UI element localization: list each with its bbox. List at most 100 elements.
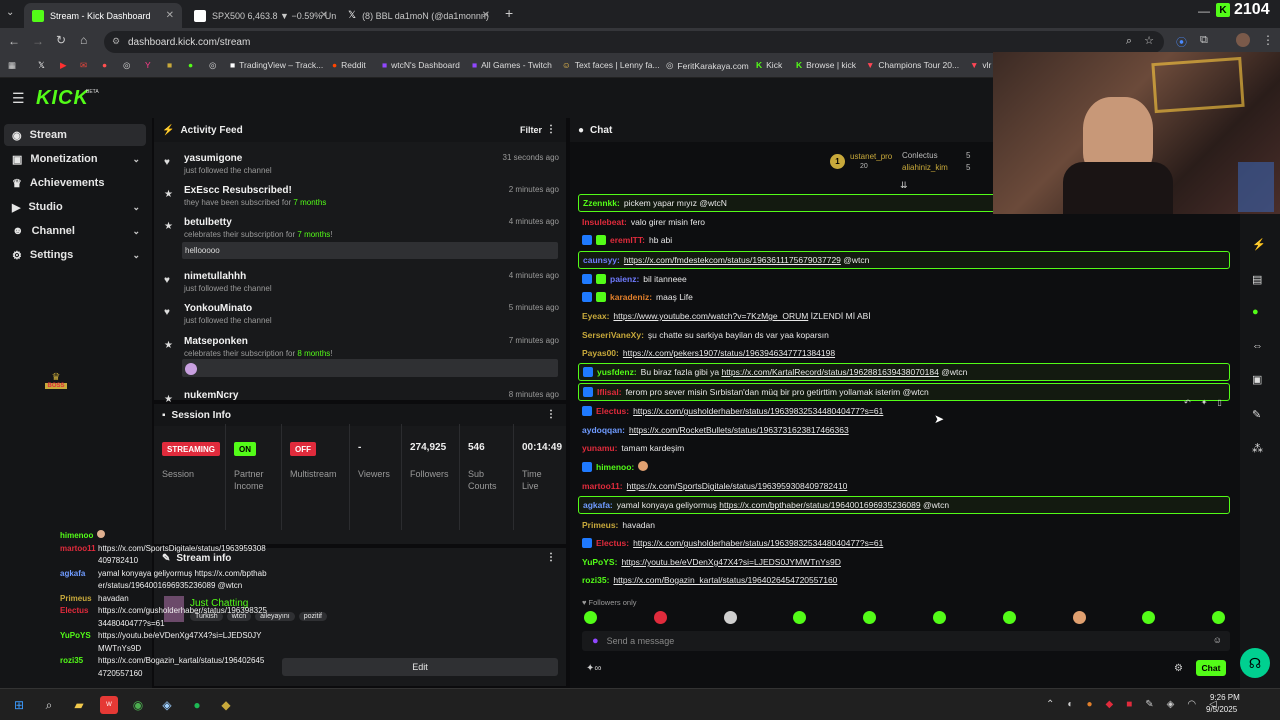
tray-chevron-up-icon[interactable]: ⌃	[1046, 699, 1054, 710]
chat-settings-icon[interactable]: ⚙	[1174, 663, 1183, 674]
chat-message[interactable]: rozi35: https://x.com/Bogazin_kartal/stat…	[578, 571, 1230, 589]
extensions-puzzle-icon[interactable]: ⧉	[1200, 34, 1208, 47]
chat-message[interactable]: aydoqqan: https://x.com/RocketBullets/sta…	[578, 421, 1230, 439]
emoji-icon[interactable]: ☺	[1213, 635, 1222, 645]
kick-logo[interactable]: KICK	[36, 87, 89, 110]
bookmark-app5-icon[interactable]: ◎	[209, 60, 216, 71]
chat-icon[interactable]: ●	[1252, 306, 1259, 318]
chat-input[interactable]: ● Send a message ☺	[582, 631, 1230, 651]
bookmark-app4-icon[interactable]: ●	[188, 60, 193, 70]
chat-username[interactable]: Iflisal:	[597, 387, 622, 397]
tray-steam-icon[interactable]: ◈	[1167, 699, 1175, 710]
bookmark-app-icon[interactable]: ●	[102, 60, 107, 70]
bookmark-app3-icon[interactable]: ■	[167, 60, 172, 70]
forward-icon[interactable]: →	[32, 34, 44, 48]
sidebar-item-settings[interactable]: ⚙ Settings ⌄	[4, 244, 146, 266]
chat-username[interactable]: Electus:	[596, 406, 629, 416]
bookmark-browse-kick[interactable]: K Browse | kick	[796, 60, 856, 70]
bookmark-youtube-icon[interactable]: ▶	[60, 60, 67, 71]
feed-item-name[interactable]: YonkouMinato	[184, 303, 252, 314]
chat-username[interactable]: martoo11:	[582, 481, 623, 491]
chat-username[interactable]: Eyeax:	[582, 311, 609, 321]
leader-name[interactable]: Conlectus	[902, 151, 938, 160]
emote-button[interactable]	[584, 611, 597, 624]
chat-username[interactable]: yunamu:	[582, 443, 617, 453]
feed-item-name[interactable]: nukemNcry	[184, 390, 238, 401]
tag[interactable]: pozitif	[298, 612, 327, 621]
chat-username[interactable]: caunsyy:	[583, 255, 620, 265]
emote-button[interactable]	[723, 611, 737, 624]
emote-button[interactable]	[1212, 611, 1226, 624]
chat-message[interactable]: martoo11: https://x.com/SportsDigitale/st…	[578, 477, 1230, 495]
hamburger-menu-icon[interactable]: ☰	[12, 90, 25, 107]
chat-username[interactable]: Payas00:	[582, 348, 619, 358]
menu-kebab-icon[interactable]: ⋮	[1262, 33, 1274, 47]
chat-username[interactable]: paienz:	[610, 274, 639, 284]
chat-username[interactable]: SerseriVaneXy:	[582, 330, 644, 340]
bookmark-reddit[interactable]: ● Reddit	[332, 60, 366, 70]
chat-username[interactable]: Electus:	[596, 538, 629, 548]
feed-item-name[interactable]: Matseponken	[184, 336, 248, 347]
league-icon[interactable]: ◆	[217, 696, 235, 714]
sidebar-item-monetization[interactable]: ▣ Monetization ⌄	[4, 148, 146, 170]
document-icon[interactable]: ▤	[1252, 273, 1262, 286]
send-chat-button[interactable]: Chat	[1196, 660, 1226, 676]
bookmark-all-games[interactable]: ■ All Games - Twitch	[472, 60, 552, 70]
sidebar-item-achievements[interactable]: ♛ Achievements	[4, 172, 146, 194]
home-icon[interactable]: ⌂	[80, 33, 87, 47]
chat-message[interactable]: paienz: bil itanneee	[578, 270, 1230, 288]
tab-search-icon[interactable]: ⌄	[6, 7, 14, 18]
chat-username[interactable]: eremITT:	[610, 235, 645, 245]
chat-link[interactable]: https://x.com/gusholderhaber/status/1963…	[633, 406, 883, 416]
chat-message[interactable]: Electus: https://x.com/gusholderhaber/sta…	[578, 534, 1230, 552]
steam-icon[interactable]: ◈	[158, 696, 176, 714]
chat-link[interactable]: https://x.com/pekers1907/status/19639463…	[623, 348, 835, 358]
bookmark-star-icon[interactable]: ☆	[1144, 34, 1154, 47]
mic-icon[interactable]: ●	[592, 635, 599, 647]
bookmark-app2-icon[interactable]: Y	[145, 60, 151, 70]
extension-icon[interactable]: ⦿	[1176, 34, 1187, 50]
chat-username[interactable]: rozi35:	[582, 575, 609, 585]
chat-message[interactable]: himenoo:	[578, 458, 1230, 476]
feed-item-name[interactable]: betulbetty	[184, 217, 232, 228]
chat-username[interactable]: aydoqqan:	[582, 425, 625, 435]
site-info-icon[interactable]: ⚙	[112, 36, 120, 47]
chat-username[interactable]: Insulebeat:	[582, 217, 627, 227]
chat-message[interactable]: agkafa: yamal konyaya geliyormuş https://…	[578, 496, 1230, 514]
chat-message[interactable]: SerseriVaneXy: şu chatte su sarkiya bayil…	[578, 326, 1230, 344]
bookmark-lenny[interactable]: ☺ Text faces | Lenny fa...	[562, 60, 660, 70]
chat-link[interactable]: https://x.com/gusholderhaber/status/1963…	[633, 538, 883, 548]
close-tab-icon[interactable]: ✕	[482, 10, 490, 21]
pin-icon[interactable]: ✦	[1201, 398, 1208, 407]
sidebar-item-channel[interactable]: ☻ Channel ⌄	[4, 220, 146, 242]
chat-message[interactable]: Iflisal: ferom pro sever misin Sırbistan'…	[578, 383, 1230, 401]
chat-username[interactable]: Primeus:	[582, 520, 618, 530]
bookmark-champions-tour[interactable]: ▼ Champions Tour 20...	[866, 60, 959, 70]
chat-message[interactable]: yunamu: tamam kardeşim	[578, 439, 1230, 457]
panel-menu-icon[interactable]: ⋮	[546, 552, 556, 563]
tab-kick-dashboard[interactable]: Stream - Kick Dashboard ✕	[24, 3, 182, 28]
emote-button[interactable]	[1142, 611, 1156, 624]
emote-button[interactable]	[793, 611, 807, 624]
chrome-icon[interactable]: ◉	[129, 696, 147, 714]
tray-app3-icon[interactable]: ◆	[1105, 699, 1113, 710]
leader-name[interactable]: aliahiniz_kim	[902, 163, 948, 172]
chat-username[interactable]: yusfdenz:	[597, 367, 637, 377]
tray-pen-icon[interactable]: ✎	[1145, 699, 1153, 710]
chat-message[interactable]: caunsyy: https://x.com/fmdestekcom/status…	[578, 251, 1230, 269]
back-icon[interactable]: ←	[8, 34, 20, 48]
bookmark-vlr[interactable]: ▼ vlr	[970, 60, 991, 70]
chat-link[interactable]: https://x.com/SportsDigitale/status/1963…	[627, 481, 848, 491]
url-field[interactable]: ⚙ dashboard.kick.com/stream ⌕ ☆	[104, 31, 1164, 53]
feed-item-name[interactable]: nimetullahhh	[184, 271, 246, 282]
search-icon[interactable]: ⌕	[40, 696, 58, 714]
chat-link[interactable]: https://x.com/bpthaber/status/1964001696…	[719, 500, 920, 510]
wifi-icon[interactable]: ◠	[1187, 699, 1196, 710]
emote-button[interactable]	[933, 611, 946, 624]
chat-link[interactable]: https://x.com/fmdestekcom/status/1963611…	[624, 255, 841, 265]
lightning-icon[interactable]: ⚡	[1252, 238, 1266, 251]
chat-username[interactable]: himenoo:	[596, 462, 634, 472]
clock-time[interactable]: 9:26 PM	[1210, 693, 1240, 702]
bookmark-wtcn-dashboard[interactable]: ■ wtcN's Dashboard	[382, 60, 460, 70]
edit-button[interactable]: Edit	[282, 658, 558, 676]
